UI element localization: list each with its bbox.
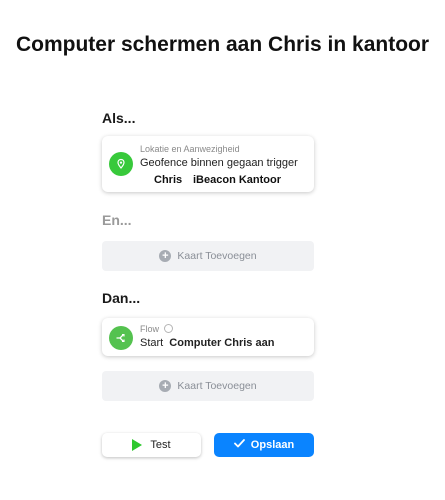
action-category-row: Flow (140, 324, 173, 334)
info-icon[interactable] (163, 324, 173, 333)
action-card[interactable]: Flow Start Computer Chris aan (102, 318, 314, 356)
checkmark-icon (233, 439, 245, 451)
add-card-label: Kaart Toevoegen (177, 380, 257, 392)
add-condition-card-button[interactable]: + Kaart Toevoegen (102, 241, 314, 271)
section-label-if: Als... (102, 110, 136, 126)
save-button[interactable]: Opslaan (214, 433, 314, 457)
trigger-arg-beacon[interactable]: iBeacon Kantoor (193, 174, 281, 186)
test-button-label: Test (150, 439, 171, 451)
location-pin-icon (109, 152, 133, 176)
play-icon (132, 439, 143, 451)
trigger-title: Geofence binnen gegaan trigger (140, 157, 298, 169)
action-verb: Start (140, 337, 164, 349)
action-row: Start Computer Chris aan (140, 337, 274, 349)
action-category: Flow (140, 324, 160, 334)
test-button[interactable]: Test (102, 433, 201, 457)
add-card-label: Kaart Toevoegen (177, 250, 257, 262)
trigger-card[interactable]: Lokatie en Aanwezigheid Geofence binnen … (102, 136, 314, 192)
section-label-and: En... (102, 212, 132, 228)
trigger-arg-user[interactable]: Chris (154, 174, 182, 186)
save-button-label: Opslaan (250, 439, 295, 451)
section-label-then: Dan... (102, 290, 141, 306)
plus-icon: + (159, 250, 172, 262)
plus-icon: + (159, 380, 172, 392)
page-title: Computer schermen aan Chris in kantoor (15, 33, 430, 56)
action-target[interactable]: Computer Chris aan (169, 337, 274, 349)
add-action-card-button[interactable]: + Kaart Toevoegen (102, 371, 314, 401)
trigger-category: Lokatie en Aanwezigheid (140, 144, 240, 154)
flow-icon (109, 326, 133, 350)
